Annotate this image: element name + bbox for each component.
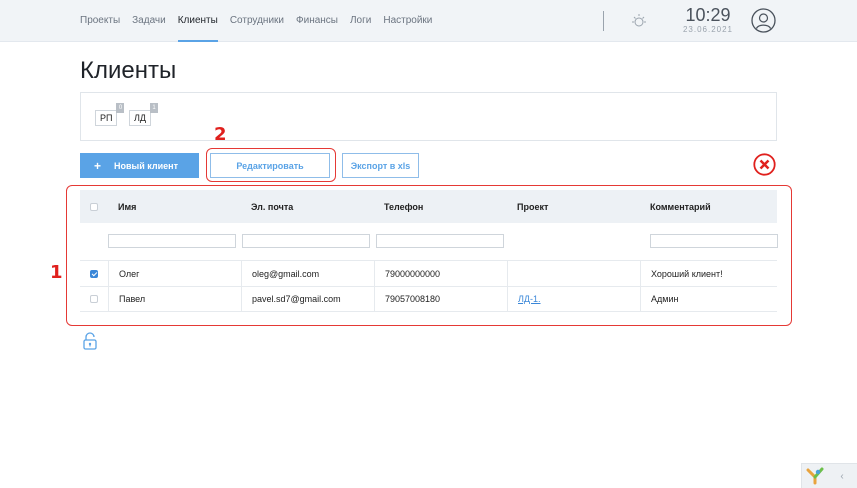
top-navigation-bar: Проекты Задачи Клиенты Сотрудники Финанс… <box>0 0 857 42</box>
column-header-comment[interactable]: Комментарий <box>640 202 777 212</box>
select-all-checkbox[interactable] <box>90 202 98 211</box>
page-title: Клиенты <box>80 57 177 84</box>
chevron-left-icon[interactable]: ‹ <box>828 471 856 482</box>
user-avatar-icon[interactable] <box>751 8 776 33</box>
table-row[interactable]: Павел pavel.sd7@gmail.com 79057008180 ЛД… <box>80 286 777 312</box>
filter-name-input[interactable] <box>108 234 236 248</box>
table-header: Имя Эл. почта Телефон Проект Комментарий <box>80 190 777 223</box>
column-header-phone[interactable]: Телефон <box>374 202 507 212</box>
clock-date: 23.06.2021 <box>682 25 734 34</box>
column-header-name[interactable]: Имя <box>108 202 241 212</box>
clock: 10:29 23.06.2021 <box>682 5 734 35</box>
tag-count-badge: 1 <box>150 103 159 113</box>
main-nav: Проекты Задачи Клиенты Сотрудники Финанс… <box>80 0 432 42</box>
nav-item-settings[interactable]: Настройки <box>383 0 432 42</box>
cell-phone: 79057008180 <box>374 286 507 312</box>
nav-item-finance[interactable]: Финансы <box>296 0 338 42</box>
nav-item-projects[interactable]: Проекты <box>80 0 120 42</box>
cell-comment: Хороший клиент! <box>640 260 777 287</box>
cell-comment: Админ <box>640 286 777 312</box>
new-client-button[interactable]: + Новый клиент <box>80 153 199 178</box>
nav-item-tasks[interactable]: Задачи <box>132 0 166 42</box>
cell-name: Олег <box>108 260 241 287</box>
column-header-project[interactable]: Проект <box>507 202 640 212</box>
divider <box>603 11 604 31</box>
tag-label: ЛД <box>134 113 147 123</box>
cell-project <box>507 260 640 287</box>
sun-icon[interactable] <box>630 12 648 30</box>
cell-name: Павел <box>108 286 241 312</box>
filter-email-input[interactable] <box>242 234 370 248</box>
edit-button[interactable]: Редактировать <box>210 153 330 178</box>
table-row[interactable]: Олег oleg@gmail.com 79000000000 Хороший … <box>80 260 777 287</box>
close-circle-icon[interactable] <box>753 153 776 176</box>
tags-panel: РП 0 ЛД 1 <box>80 92 777 141</box>
project-link[interactable]: ЛД-1. <box>518 294 541 304</box>
export-xls-button[interactable]: Экспорт в xls <box>342 153 419 178</box>
yii-logo-icon <box>802 464 828 488</box>
cell-email: pavel.sd7@gmail.com <box>241 286 374 312</box>
tag-label: РП <box>100 113 113 123</box>
cell-phone: 79000000000 <box>374 260 507 287</box>
cell-email: oleg@gmail.com <box>241 260 374 287</box>
nav-item-clients[interactable]: Клиенты <box>177 0 218 42</box>
nav-item-employees[interactable]: Сотрудники <box>230 0 284 42</box>
row-checkbox[interactable] <box>90 269 98 278</box>
tag-rp[interactable]: РП 0 <box>95 103 125 126</box>
new-client-label: Новый клиент <box>114 160 178 171</box>
clients-table: Имя Эл. почта Телефон Проект Комментарий… <box>80 190 778 312</box>
plus-icon: + <box>94 158 102 173</box>
filter-row <box>80 223 778 260</box>
clock-time: 10:29 <box>685 5 731 25</box>
annotation-number-1: 1 <box>50 262 63 283</box>
column-header-email[interactable]: Эл. почта <box>241 202 374 212</box>
row-checkbox[interactable] <box>90 295 98 303</box>
filter-comment-input[interactable] <box>650 234 778 248</box>
filter-phone-input[interactable] <box>376 234 504 248</box>
tag-count-badge: 0 <box>116 103 125 113</box>
nav-item-logs[interactable]: Логи <box>350 0 371 42</box>
unlock-icon[interactable] <box>83 332 97 350</box>
annotation-number-2: 2 <box>214 124 227 145</box>
tag-ld[interactable]: ЛД 1 <box>129 103 159 126</box>
debug-toolbar[interactable]: ‹ <box>801 463 857 488</box>
